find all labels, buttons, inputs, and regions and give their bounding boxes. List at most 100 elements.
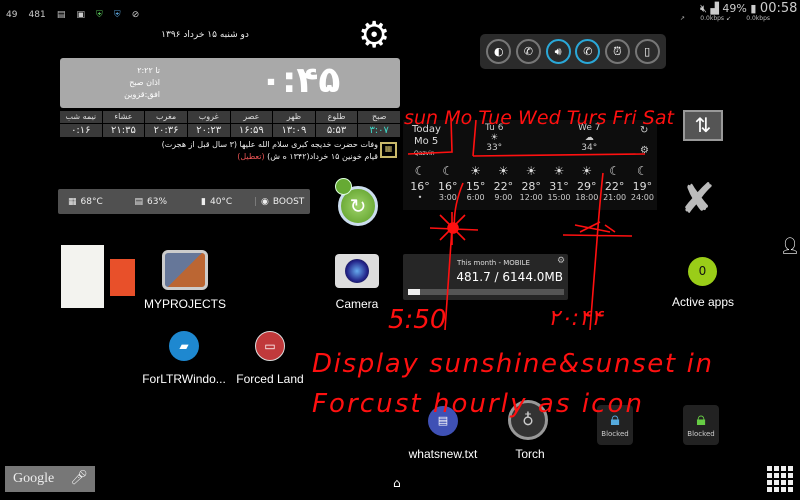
persian-date: دو شنبه ۱۵ خرداد ۱۳۹۶ [161, 30, 249, 40]
weather-widget[interactable]: Today Mo 5 Qazvin Tu 6 ☀ 33° We 7 ☁ 34° ↻ ⚙ … [403, 120, 657, 210]
grid-dot [781, 473, 786, 478]
shield-blue-icon: ⛨ [113, 10, 121, 20]
blocked-app-green[interactable]: 🔒︎ Blocked [683, 405, 719, 445]
book-cover-icon[interactable] [110, 259, 135, 296]
time: ۲۱:۳۵ [102, 124, 145, 137]
camera-icon[interactable] [335, 254, 379, 288]
sun-cloud-icon: ☀ [553, 164, 565, 178]
mute-icon: 🔇︎ [700, 2, 707, 15]
blocked-app-blue[interactable]: 🔒︎ Blocked [597, 405, 633, 445]
grid-dot [774, 487, 779, 492]
weather-settings-icon[interactable]: ⚙ [640, 145, 649, 156]
header: طلوع [315, 111, 358, 123]
city: Qazvin [414, 150, 435, 157]
data-usage-title: This month - MOBILE [457, 259, 530, 267]
prayer-countdown-box[interactable]: ۰:۴۵ ۲:۲۲ تا اذان صبح افق:قزوین [60, 58, 400, 108]
data-counter-icon: 481 [28, 10, 46, 20]
alarm-toggle[interactable]: ⏰︎ [604, 39, 630, 64]
data-usage-value: 481.7 / 6144.0MB [456, 270, 563, 284]
remaining-time: ۲:۲۲ تا [137, 66, 160, 75]
day-temp: 33° [486, 143, 503, 153]
calendar-icon[interactable]: ▦ [380, 142, 397, 158]
myprojects-label[interactable]: MYPROJECTS [130, 297, 240, 311]
header: عشاء [102, 111, 145, 123]
boost-icon[interactable]: ◉ [261, 197, 269, 207]
hourly-time: 6:00 [466, 193, 485, 202]
countdown: ۰:۴۵ [260, 60, 341, 101]
torch-icon[interactable]: ♁ [508, 400, 548, 440]
torch-label[interactable]: Torch [475, 447, 585, 461]
ram-usage: 63% [147, 196, 168, 207]
cross-out-app-icon[interactable]: ✘ [680, 176, 715, 222]
header: ظهر [273, 111, 315, 123]
time: ۲۰:۳۶ [145, 124, 187, 137]
header: غروب [187, 111, 230, 123]
blocked-label: Blocked [601, 430, 629, 438]
phone-toggle[interactable]: ✆ [575, 39, 601, 64]
photo-icon: ▣ [76, 10, 85, 20]
hourly-item: ☀ 22° 9:00 [489, 164, 517, 202]
camera-label[interactable]: Camera [302, 297, 412, 311]
clean-badge [335, 178, 352, 195]
today-block: Today Mo 5 Qazvin [412, 124, 441, 160]
volume-toggle[interactable]: 🔊︎ [545, 39, 571, 64]
forecast-day: Tu 6 ☀ 33° [485, 123, 503, 153]
time: ۵:۵۳ [315, 124, 358, 137]
book-cover-icon[interactable] [61, 245, 104, 308]
hourly-temp: 15° [465, 180, 486, 193]
hourly-item: ☾ 22° 21:00 [601, 164, 629, 202]
home-icon[interactable]: ⌂ [393, 476, 401, 490]
system-monitor-widget[interactable]: ▦ 68°C ▤ 63% ▮ 40°C | ◉ BOOST [58, 189, 310, 214]
grid-dot [788, 480, 793, 485]
mic-icon[interactable]: 🎤︎ [70, 466, 88, 492]
call-block-toggle[interactable]: ✆ [515, 39, 541, 64]
brightness-toggle[interactable]: ◐ [486, 39, 512, 64]
time: ۱۳:۰۹ [273, 124, 315, 137]
prayer-times-table: نیمه شب عشاء مغرب غروب عصر ظهر طلوع صبح ۰:۱۶ ۲۱:… [60, 111, 400, 137]
events: وفات حضرت خدیجه کبری سلام الله علیها (۳ … [150, 139, 378, 163]
speed-down: 0.0kbps [746, 15, 771, 22]
folder-app-icon[interactable]: ▰ [169, 331, 199, 361]
sun-cloud-icon: ☀ [581, 164, 593, 178]
character-sprite-icon[interactable]: 👤︎ [780, 236, 800, 255]
horizon-city: افق:قزوین [124, 90, 160, 99]
app-drawer-icon[interactable] [767, 466, 793, 492]
forced-land-label[interactable]: Forced Land [215, 372, 325, 386]
moon-icon: ☾ [442, 164, 454, 178]
cpu-icon: ▦ [68, 196, 77, 207]
grid-dot [774, 480, 779, 485]
moon-icon: ☾ [414, 164, 426, 178]
hourly-item: ☀ 28° 12:00 [517, 164, 545, 202]
battery-icon: ▮ [750, 2, 757, 15]
active-apps-count[interactable]: 0 [688, 257, 717, 286]
grid-dot [781, 480, 786, 485]
refresh-icon[interactable]: ↻ [640, 125, 648, 136]
forced-land-icon[interactable]: ▭ [255, 331, 285, 361]
time-current: ۳:۰۷ [358, 124, 400, 137]
annotation-line1: Display sunshine&sunset in [312, 349, 712, 379]
hourly-item: ☀ 31° 15:00 [545, 164, 573, 202]
grid-dot [781, 466, 786, 471]
status-right: 🔇︎ ▟ 49% ▮ 00:58 [700, 1, 797, 16]
data-usage-widget[interactable]: This month - MOBILE ⚙ 481.7 / 6144.0MB [403, 254, 568, 300]
text-file-icon[interactable]: ▤ [428, 406, 458, 436]
screen-toggle[interactable]: ▯ [634, 39, 660, 64]
hourly-time: 15:00 [547, 193, 571, 202]
quick-toggles: ◐ ✆ 🔊︎ ✆ ⏰︎ ▯ [480, 34, 666, 69]
boost-button[interactable]: BOOST [273, 197, 304, 207]
google-search-bar[interactable]: Google 🎤︎ [5, 466, 95, 492]
settings-gear-icon[interactable]: ⚙ [358, 18, 390, 54]
ram-icon: ▤ [134, 196, 144, 207]
shield-green-icon: ⛨ [96, 10, 103, 20]
hourly-item: ☾ 16° • [406, 164, 434, 202]
data-toggle-arrows-icon[interactable]: ⇅ [683, 110, 723, 141]
hourly-item: ☀ 29° 18:00 [573, 164, 601, 202]
data-usage-settings-icon[interactable]: ⚙ [557, 256, 565, 266]
hourly-temp: 22° [604, 180, 625, 193]
hourly-temp: 28° [521, 180, 541, 193]
active-apps-label[interactable]: Active apps [648, 295, 758, 309]
hourly-item: ☾ 16° 3:00 [434, 164, 462, 202]
event: وفات حضرت خدیجه کبری سلام الله علیها (۳ … [161, 140, 378, 149]
myprojects-folder-icon[interactable] [162, 250, 208, 290]
data-usage-bar [408, 289, 564, 295]
